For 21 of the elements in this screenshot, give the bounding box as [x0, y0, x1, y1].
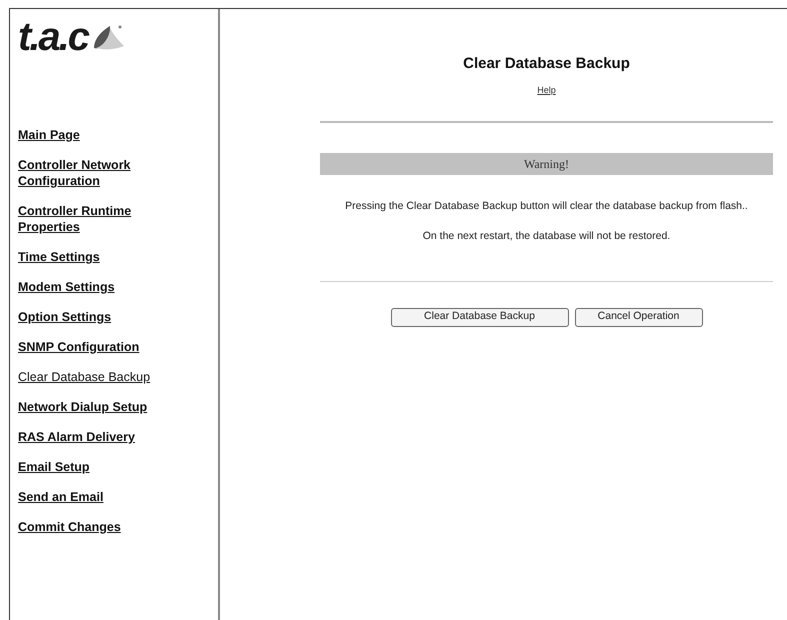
nav-link[interactable]: Email Setup: [18, 459, 188, 475]
nav-link[interactable]: Option Settings: [18, 309, 188, 325]
warning-message: Pressing the Clear Database Backup button will clear the database backup from flash..: [345, 199, 748, 214]
warning-message: On the next restart, the database will not be restored.: [422, 228, 670, 244]
nav-link[interactable]: RAS Alarm Delivery: [18, 429, 188, 445]
nav-link[interactable]: Network Dialup Setup: [18, 399, 188, 415]
nav-link[interactable]: Send an Email: [18, 489, 188, 505]
nav-link[interactable]: Time Settings: [18, 249, 188, 265]
page-title: Clear Database Backup: [463, 54, 630, 74]
nav-link[interactable]: Clear Database Backup: [18, 369, 188, 385]
warning-bar: Warning!: [320, 153, 773, 175]
help-link[interactable]: Help: [537, 84, 556, 97]
nav-link[interactable]: Commit Changes: [18, 519, 188, 535]
nav-link[interactable]: Controller Runtime Properties: [18, 203, 188, 235]
nav-link[interactable]: Modem Settings: [18, 279, 188, 295]
action-button[interactable]: Cancel Operation: [574, 308, 702, 326]
nav-link[interactable]: SNMP Configuration: [18, 339, 188, 355]
nav-link[interactable]: Main Page: [18, 127, 188, 143]
action-button[interactable]: Clear Database Backup: [390, 308, 568, 326]
logo-text: t.a.c: [18, 17, 88, 57]
nav-link[interactable]: Controller Network Configuration: [18, 157, 188, 189]
